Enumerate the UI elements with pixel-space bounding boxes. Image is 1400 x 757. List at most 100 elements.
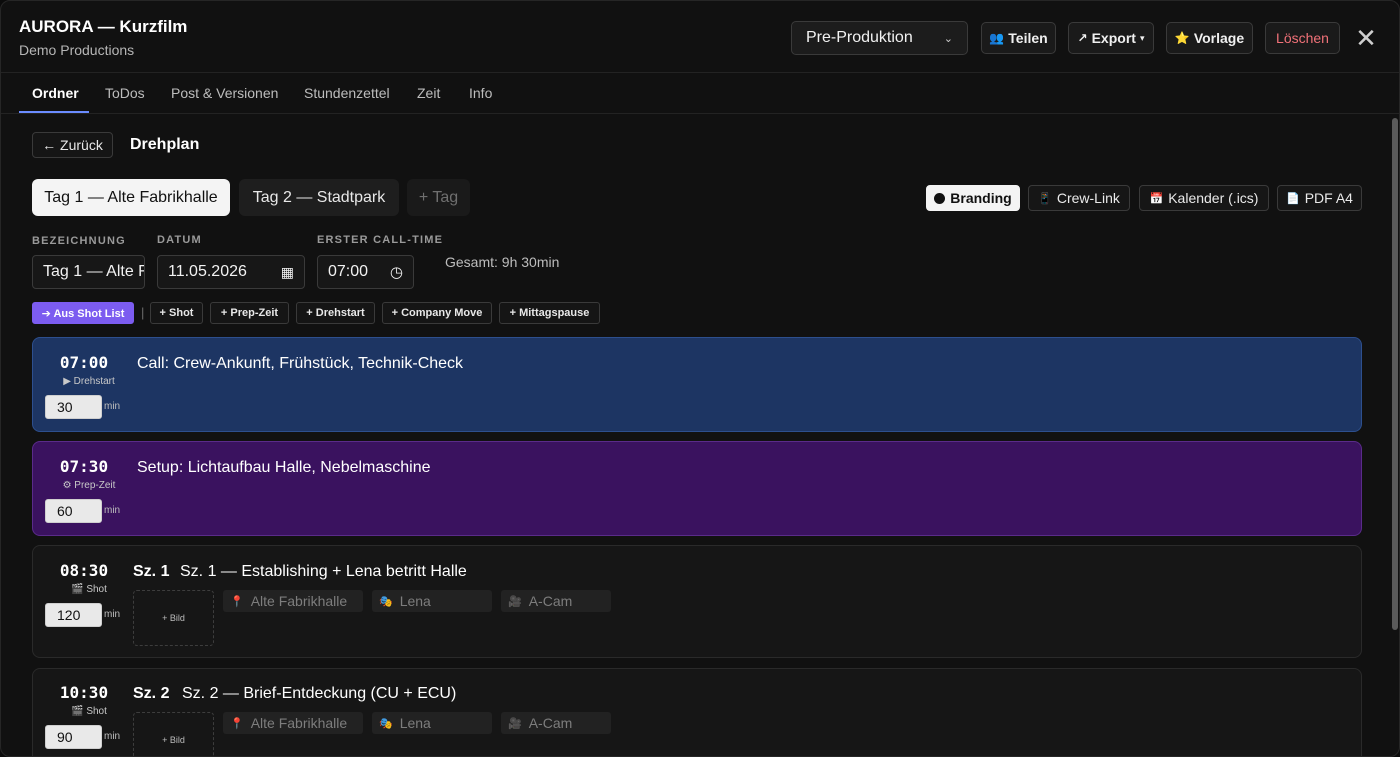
cast-field[interactable]: 🎭 Lena xyxy=(372,590,492,612)
calendar-export-label: Kalender (.ics) xyxy=(1168,190,1259,206)
day-tab-1[interactable]: Tag 1 — Alte Fabrikhalle xyxy=(32,179,230,216)
add-shot-button[interactable]: + Shot xyxy=(150,302,203,324)
import-from-shotlist-button[interactable]: ➔ Aus Shot List xyxy=(32,302,134,324)
day-tab-2[interactable]: Tag 2 — Stadtpark xyxy=(239,179,399,216)
scrollbar-thumb[interactable] xyxy=(1392,118,1398,630)
schedule-item-call[interactable]: 07:00 ▶ Drehstart 30 min Call: Crew-Anku… xyxy=(32,337,1362,432)
cast-value: Lena xyxy=(399,593,431,609)
camera-field[interactable]: 🎥 A-Cam xyxy=(501,712,611,734)
duration-unit: min xyxy=(104,609,121,620)
tab-info[interactable]: Info xyxy=(469,85,492,101)
project-header: AURORA — Kurzfilm Demo Productions Pre-P… xyxy=(1,1,1399,73)
camera-value: A-Cam xyxy=(528,593,573,609)
add-day-button[interactable]: + Tag xyxy=(407,179,470,216)
project-title: AURORA — Kurzfilm xyxy=(19,17,188,36)
duration-input[interactable]: 60 xyxy=(45,499,102,523)
crew-link-label: Crew-Link xyxy=(1056,190,1120,206)
add-image-button[interactable]: + Bild xyxy=(133,590,214,646)
calendar-export-button[interactable]: 📅 Kalender (.ics) xyxy=(1139,185,1269,211)
schedule-item-prep[interactable]: 07:30 ⚙ Prep-Zeit 60 min Setup: Lichtauf… xyxy=(32,441,1362,536)
page-title: Drehplan xyxy=(130,136,200,153)
pdf-export-button[interactable]: 📄 PDF A4 xyxy=(1277,185,1362,211)
camera-icon: 🎥 xyxy=(508,717,522,730)
duration-input[interactable]: 90 xyxy=(45,725,102,749)
close-icon[interactable]: ✕ xyxy=(1353,25,1379,51)
tab-post-versionen[interactable]: Post & Versionen xyxy=(171,85,278,101)
separator: | xyxy=(141,305,145,320)
duration-input[interactable]: 30 xyxy=(45,395,102,419)
duration-unit: min xyxy=(104,731,121,742)
item-time: 07:00 xyxy=(59,353,109,372)
call-time-input[interactable]: 07:00 ◷ xyxy=(317,255,414,289)
duration-input[interactable]: 120 xyxy=(45,603,102,627)
share-button[interactable]: 👥 Teilen xyxy=(981,22,1056,54)
add-lunch-button[interactable]: + Mittagspause xyxy=(499,302,600,324)
duration-unit: min xyxy=(104,505,121,516)
item-description[interactable]: Setup: Lichtaufbau Halle, Nebelmaschine xyxy=(137,459,431,477)
template-button[interactable]: ⭐ Vorlage xyxy=(1166,22,1253,54)
pdf-export-label: PDF A4 xyxy=(1304,190,1353,206)
crew-link-button[interactable]: 📱 Crew-Link xyxy=(1028,185,1130,211)
item-time: 08:30 xyxy=(59,561,109,580)
star-icon: ⭐ xyxy=(1174,31,1190,45)
date-input[interactable]: 11.05.2026 ▦ xyxy=(157,255,305,289)
schedule-item-shot[interactable]: 08:30 🎬 Shot 120 min Sz. 1 Sz. 1 — Estab… xyxy=(32,545,1362,658)
add-image-button[interactable]: + Bild xyxy=(133,712,214,756)
tab-zeit[interactable]: Zeit xyxy=(417,85,440,101)
calendar-icon: 📅 xyxy=(1149,192,1164,205)
cast-value: Lena xyxy=(399,715,431,731)
location-value: Alte Fabrikhalle xyxy=(250,593,348,609)
location-field[interactable]: 📍 Alte Fabrikhalle xyxy=(223,590,363,612)
company-name: Demo Productions xyxy=(19,42,135,58)
scene-number: Sz. 1 xyxy=(133,563,170,580)
duration-unit: min xyxy=(104,401,121,412)
back-button[interactable]: ← Zurück xyxy=(32,132,113,158)
phone-icon: 📱 xyxy=(1038,192,1052,205)
export-button-label: Export xyxy=(1091,30,1136,46)
tab-todos[interactable]: ToDos xyxy=(105,85,145,101)
clock-icon[interactable]: ◷ xyxy=(390,263,403,281)
date-input-value: 11.05.2026 xyxy=(168,263,247,280)
camera-icon: 🎥 xyxy=(508,595,522,608)
camera-value: A-Cam xyxy=(528,715,573,731)
cast-field[interactable]: 🎭 Lena xyxy=(372,712,492,734)
schedule-item-shot[interactable]: 10:30 🎬 Shot 90 min Sz. 2 Sz. 2 — Brief-… xyxy=(32,668,1362,756)
share-button-label: Teilen xyxy=(1008,30,1048,46)
item-time: 07:30 xyxy=(59,457,109,476)
scrollbar[interactable] xyxy=(1391,114,1399,756)
item-kind: 🎬 Shot xyxy=(71,706,107,717)
branding-button-label: Branding xyxy=(950,190,1012,206)
day-name-input[interactable]: Tag 1 — Alte Fabrikhalle xyxy=(32,255,145,289)
item-kind: ▶ Drehstart xyxy=(63,376,115,387)
masks-icon: 🎭 xyxy=(379,595,393,608)
camera-field[interactable]: 🎥 A-Cam xyxy=(501,590,611,612)
location-value: Alte Fabrikhalle xyxy=(250,715,348,731)
delete-button[interactable]: Löschen xyxy=(1265,22,1340,54)
add-drehstart-button[interactable]: + Drehstart xyxy=(296,302,375,324)
phase-select[interactable]: Pre-Produktion ⌄ xyxy=(791,21,968,55)
circle-icon xyxy=(934,192,946,204)
scene-title[interactable]: Sz. 2 — Brief-Entdeckung (CU + ECU) xyxy=(182,685,456,703)
calendar-icon[interactable]: ▦ xyxy=(281,264,294,281)
name-field-label: BEZEICHNUNG xyxy=(32,235,126,247)
add-prep-button[interactable]: + Prep-Zeit xyxy=(210,302,289,324)
tab-stundenzettel[interactable]: Stundenzettel xyxy=(304,85,390,101)
date-field-label: DATUM xyxy=(157,234,202,246)
chevron-down-icon: ⌄ xyxy=(943,32,953,45)
export-arrow-icon: ↗ xyxy=(1077,31,1088,45)
scene-title[interactable]: Sz. 1 — Establishing + Lena betritt Hall… xyxy=(180,563,467,581)
phase-select-value: Pre-Produktion xyxy=(806,29,913,46)
location-field[interactable]: 📍 Alte Fabrikhalle xyxy=(223,712,363,734)
people-icon: 👥 xyxy=(989,31,1005,45)
branding-button[interactable]: Branding xyxy=(926,185,1020,211)
call-time-label: ERSTER CALL-TIME xyxy=(317,234,444,246)
item-kind: 🎬 Shot xyxy=(71,584,107,595)
add-company-move-button[interactable]: + Company Move xyxy=(382,302,492,324)
tab-bar: Ordner ToDos Post & Versionen Stundenzet… xyxy=(1,74,1399,114)
total-duration: Gesamt: 9h 30min xyxy=(445,254,560,270)
item-description[interactable]: Call: Crew-Ankunft, Frühstück, Technik-C… xyxy=(137,355,463,373)
project-window: AURORA — Kurzfilm Demo Productions Pre-P… xyxy=(0,0,1400,757)
export-button[interactable]: ↗ Export ▾ xyxy=(1068,22,1154,54)
tab-ordner[interactable]: Ordner xyxy=(32,85,79,101)
pin-icon: 📍 xyxy=(230,717,244,730)
